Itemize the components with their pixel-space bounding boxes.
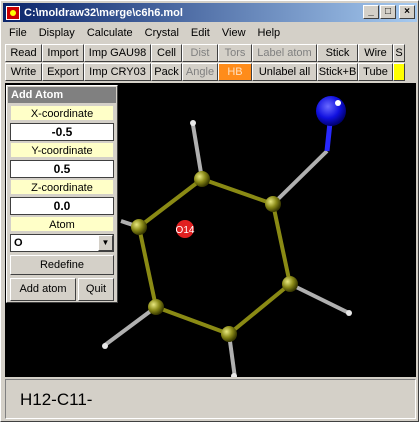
- x-coordinate-label: X-coordinate: [10, 105, 114, 121]
- imp-cry03-button[interactable]: Imp CRY03: [84, 63, 151, 81]
- bond-c-c: [201, 177, 274, 206]
- unlabel-all-button[interactable]: Unlabel all: [252, 63, 317, 81]
- angle-button[interactable]: Angle: [182, 63, 218, 81]
- atom-label: Atom: [10, 216, 114, 232]
- dropdown-arrow-icon[interactable]: ▼: [98, 235, 113, 251]
- status-bar: H12-C11-: [5, 379, 416, 419]
- bond-c-o: [271, 149, 329, 206]
- toolbar-row-1: Read Import Imp GAU98 Cell Dist Tors Lab…: [5, 44, 415, 62]
- s-button[interactable]: S: [393, 44, 405, 62]
- z-coordinate-label: Z-coordinate: [10, 179, 114, 195]
- read-button[interactable]: Read: [5, 44, 42, 62]
- bond-c-h: [103, 305, 158, 347]
- bond-c-c: [137, 226, 158, 308]
- hydrogen-atom[interactable]: [102, 343, 108, 349]
- stick-button[interactable]: Stick: [317, 44, 358, 62]
- window-title: C:\moldraw32\merge\c6h6.mol: [24, 6, 183, 19]
- imp-gau98-button[interactable]: Imp GAU98: [84, 44, 151, 62]
- tors-button[interactable]: Tors: [218, 44, 252, 62]
- oxygen-atom[interactable]: [316, 96, 346, 126]
- menu-help[interactable]: Help: [252, 24, 287, 42]
- add-atom-button[interactable]: Add atom: [10, 278, 76, 301]
- caption-buttons: _ □ ×: [362, 5, 415, 19]
- hydrogen-atom[interactable]: [190, 120, 196, 126]
- tube-button[interactable]: Tube: [358, 63, 393, 81]
- oxygen-highlight: [335, 100, 341, 106]
- menu-display[interactable]: Display: [33, 24, 81, 42]
- maximize-button[interactable]: □: [380, 5, 396, 19]
- bond-c-c: [137, 177, 204, 229]
- carbon-atom[interactable]: [265, 196, 281, 212]
- z-coordinate-input[interactable]: 0.0: [10, 197, 114, 215]
- app-icon: [6, 5, 20, 20]
- carbon-atom[interactable]: [148, 299, 164, 315]
- wire-button[interactable]: Wire: [358, 44, 393, 62]
- write-button[interactable]: Write: [5, 63, 42, 81]
- add-atom-panel: Add Atom X-coordinate -0.5 Y-coordinate …: [6, 85, 118, 303]
- panel-title[interactable]: Add Atom: [8, 87, 116, 103]
- toolbar-row-2: Write Export Imp CRY03 Pack Angle HB Unl…: [5, 63, 415, 81]
- carbon-atom[interactable]: [131, 219, 147, 235]
- bond-c-c: [227, 282, 292, 336]
- stick-b-button[interactable]: Stick+B: [317, 63, 358, 81]
- redefine-button[interactable]: Redefine: [10, 255, 114, 275]
- carbon-atom[interactable]: [282, 276, 298, 292]
- x-coordinate-input[interactable]: -0.5: [10, 123, 114, 141]
- menu-calculate[interactable]: Calculate: [81, 24, 139, 42]
- bond-c-c: [271, 203, 292, 285]
- minimize-button[interactable]: _: [363, 5, 379, 19]
- menu-file[interactable]: File: [3, 24, 33, 42]
- cell-button[interactable]: Cell: [151, 44, 182, 62]
- color-button[interactable]: [393, 63, 405, 81]
- label-atom-button[interactable]: Label atom: [252, 44, 317, 62]
- new-atom-label: O14: [176, 225, 195, 236]
- menu-crystal[interactable]: Crystal: [139, 24, 185, 42]
- menu-view[interactable]: View: [216, 24, 252, 42]
- menu-bar: File Display Calculate Crystal Edit View…: [3, 24, 417, 42]
- atom-select-value: O: [14, 237, 23, 249]
- bond-c-h: [289, 282, 350, 315]
- atom-select[interactable]: O ▼: [10, 234, 114, 252]
- quit-button[interactable]: Quit: [78, 278, 114, 301]
- import-button[interactable]: Import: [42, 44, 84, 62]
- dist-button[interactable]: Dist: [182, 44, 218, 62]
- pack-button[interactable]: Pack: [151, 63, 182, 81]
- carbon-atom[interactable]: [221, 326, 237, 342]
- hydrogen-atom[interactable]: [346, 310, 352, 316]
- y-coordinate-input[interactable]: 0.5: [10, 160, 114, 178]
- bond-c-h: [191, 124, 204, 180]
- y-coordinate-label: Y-coordinate: [10, 142, 114, 158]
- title-bar[interactable]: C:\moldraw32\merge\c6h6.mol _ □ ×: [3, 3, 417, 22]
- export-button[interactable]: Export: [42, 63, 84, 81]
- app-window: C:\moldraw32\merge\c6h6.mol _ □ × File D…: [0, 0, 419, 422]
- bond-c-c: [155, 305, 230, 336]
- status-text: H12-C11-: [20, 390, 93, 409]
- hb-button[interactable]: HB: [218, 63, 252, 81]
- close-button[interactable]: ×: [399, 5, 415, 19]
- carbon-atom[interactable]: [194, 171, 210, 187]
- menu-edit[interactable]: Edit: [185, 24, 216, 42]
